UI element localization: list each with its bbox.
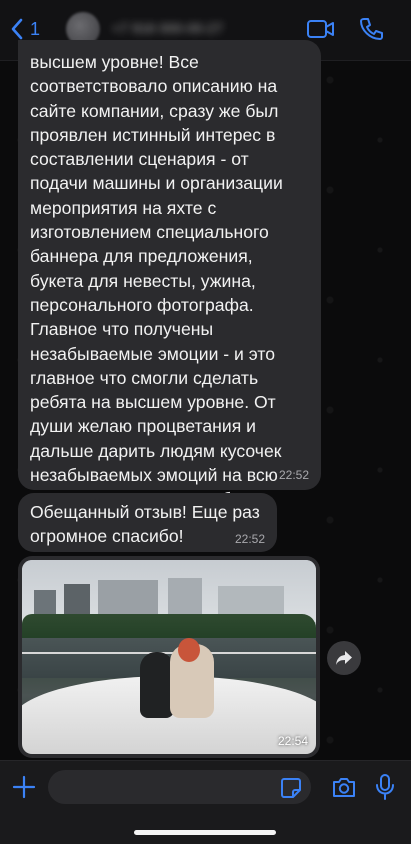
message-text: высшем уровне! Все соответствовало описа… xyxy=(30,52,283,509)
message-input[interactable] xyxy=(48,770,311,804)
message-time: 22:52 xyxy=(234,532,265,546)
photo-person-hair xyxy=(178,638,200,662)
yacht-photo[interactable]: 22:54 xyxy=(22,560,316,754)
message-time: 22:54 xyxy=(277,734,308,748)
video-call-icon[interactable] xyxy=(306,18,336,40)
sticker-icon[interactable] xyxy=(280,777,302,799)
message-bubble[interactable]: Обещанный отзыв! Еще раз огромное спасиб… xyxy=(18,493,277,552)
photo-person xyxy=(140,652,174,718)
home-indicator[interactable] xyxy=(134,830,276,835)
camera-icon[interactable] xyxy=(331,775,357,799)
plus-icon[interactable] xyxy=(12,775,36,799)
microphone-icon[interactable] xyxy=(375,773,395,801)
contact-name[interactable]: +7 916 000-00-27 xyxy=(112,20,282,38)
forward-button[interactable] xyxy=(327,641,361,675)
forward-icon xyxy=(336,651,352,665)
photo-railing xyxy=(22,652,316,654)
photo-message[interactable]: 22:54 xyxy=(18,556,320,758)
message-bubble[interactable]: высшем уровне! Все соответствовало описа… xyxy=(18,40,321,509)
chevron-left-icon xyxy=(11,18,23,40)
unread-count: 1 xyxy=(30,18,41,39)
message-time: 22:52 xyxy=(278,468,309,482)
phone-icon[interactable] xyxy=(358,16,384,42)
photo-trees xyxy=(22,614,316,640)
back-button[interactable]: 1 xyxy=(10,18,40,40)
